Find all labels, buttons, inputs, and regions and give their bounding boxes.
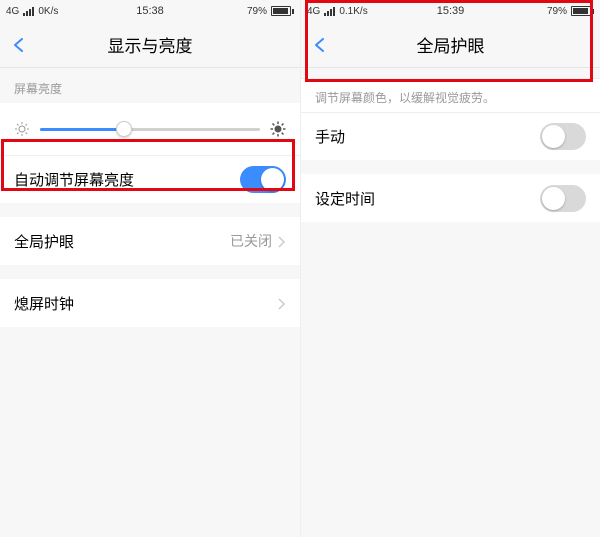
manual-toggle[interactable] (540, 123, 586, 150)
auto-brightness-toggle[interactable] (240, 166, 286, 193)
network-label: 4G (307, 6, 320, 17)
phone-right: 4G 0.1K/s 15:39 79% (300, 0, 600, 537)
slider-thumb[interactable] (116, 121, 132, 137)
battery-label: 79% (547, 6, 567, 17)
eye-care-row[interactable]: 全局护眼 已关闭 (0, 217, 300, 265)
speed-label: 0.1K/s (339, 6, 367, 17)
status-bar: 4G 0K/s 15:38 79% (0, 0, 300, 22)
content: 调节屏幕颜色，以缓解视觉疲劳。 手动 设定时间 (301, 68, 600, 537)
status-right: 79% (235, 6, 294, 17)
signal-icon (23, 7, 34, 16)
speed-label: 0K/s (38, 6, 58, 17)
schedule-label: 设定时间 (315, 188, 375, 209)
hint-text: 调节屏幕颜色，以缓解视觉疲劳。 (301, 78, 600, 112)
sun-small-icon (14, 121, 30, 137)
nav-bar: 显示与亮度 (0, 22, 300, 68)
chevron-right-icon (278, 235, 286, 247)
manual-row: 手动 (301, 112, 600, 160)
battery-icon (571, 6, 594, 16)
status-bar: 4G 0.1K/s 15:39 79% (301, 0, 600, 22)
brightness-slider[interactable] (40, 128, 260, 131)
auto-brightness-label: 自动调节屏幕亮度 (14, 169, 134, 190)
clock: 15:38 (136, 5, 164, 17)
lock-clock-label: 熄屏时钟 (14, 293, 74, 314)
schedule-row: 设定时间 (301, 174, 600, 222)
phone-left: 4G 0K/s 15:38 79% (0, 0, 300, 537)
battery-icon (271, 6, 294, 16)
status-left: 4G 0K/s (6, 6, 58, 17)
back-button[interactable] (12, 38, 26, 52)
auto-brightness-row: 自动调节屏幕亮度 (0, 155, 300, 203)
section-label-brightness: 屏幕亮度 (0, 68, 300, 103)
back-button[interactable] (313, 38, 327, 52)
schedule-toggle[interactable] (540, 185, 586, 212)
eye-care-value: 已关闭 (230, 231, 272, 251)
battery-label: 79% (247, 6, 267, 17)
clock: 15:39 (437, 5, 465, 17)
brightness-slider-row (0, 103, 300, 155)
chevron-right-icon (278, 297, 286, 309)
nav-bar: 全局护眼 (301, 22, 600, 68)
manual-label: 手动 (315, 126, 345, 147)
status-left: 4G 0.1K/s (307, 6, 368, 17)
signal-icon (324, 7, 335, 16)
eye-care-label: 全局护眼 (14, 231, 74, 252)
sun-large-icon (270, 121, 286, 137)
network-label: 4G (6, 6, 19, 17)
lock-clock-row[interactable]: 熄屏时钟 (0, 279, 300, 327)
page-title: 全局护眼 (417, 32, 485, 57)
content: 屏幕亮度 自动调节屏幕亮度 全局护眼 (0, 68, 300, 537)
status-right: 79% (535, 6, 594, 17)
page-title: 显示与亮度 (108, 32, 193, 57)
